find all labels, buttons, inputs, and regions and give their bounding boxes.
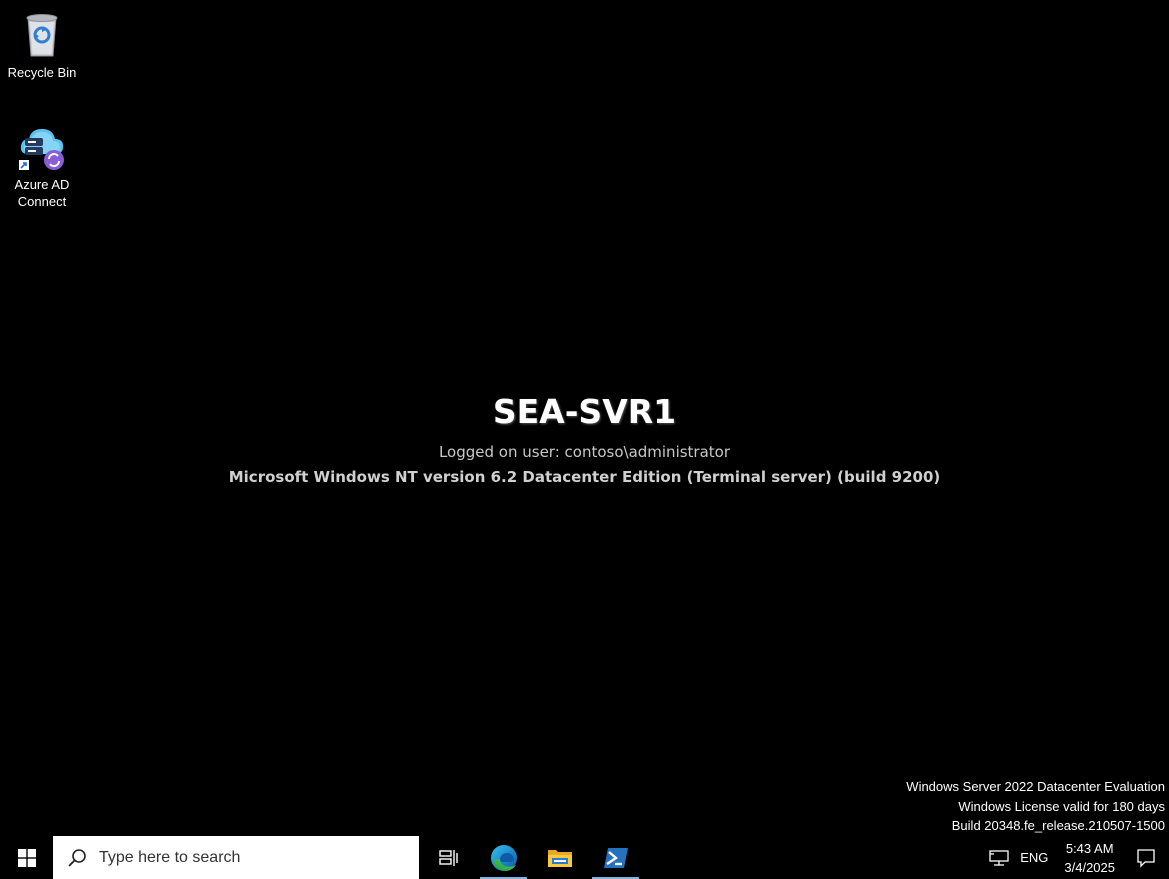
watermark-edition: Windows Server 2022 Datacenter Evaluatio…: [906, 779, 1165, 794]
taskbar-file-explorer[interactable]: [536, 836, 583, 879]
azure-ad-connect-label-line2: Connect: [17, 194, 67, 209]
action-center-button[interactable]: [1123, 836, 1169, 879]
tray-network[interactable]: [986, 836, 1012, 879]
system-tray: ENG 5:43 AM 3/4/2025: [986, 836, 1169, 879]
windows-watermark: Windows Server 2022 Datacenter Evaluatio…: [906, 777, 1165, 836]
clock-date: 3/4/2025: [1064, 859, 1115, 875]
search-placeholder: Type here to search: [99, 848, 241, 866]
file-explorer-icon: [547, 849, 572, 867]
watermark-license: Windows License valid for 180 days: [958, 798, 1165, 814]
powershell-icon: [603, 847, 628, 868]
taskbar: Type here to search ENG 5:43 AM 3/4/2025: [0, 836, 1169, 879]
taskbar-search-box[interactable]: Type here to search: [53, 836, 419, 879]
task-view-icon: [438, 849, 458, 866]
hostname: SEA-SVR1: [492, 392, 677, 431]
recycle-bin-icon: [26, 14, 58, 57]
desktop-icon-azure-ad-connect[interactable]: Azure AD Connect: [2, 120, 82, 210]
notification-icon: [1137, 848, 1155, 868]
windows-logo-icon: [17, 848, 36, 867]
azure-ad-connect-label-line1: Azure AD: [14, 177, 70, 192]
edge-icon: [490, 844, 517, 871]
watermark-build: Build 20348.fe_release.210507-1500: [951, 818, 1165, 833]
taskbar-powershell[interactable]: [592, 836, 639, 879]
search-icon: [68, 848, 86, 867]
language-indicator[interactable]: ENG: [1012, 850, 1056, 865]
os-version: Microsoft Windows NT version 6.2 Datacen…: [228, 468, 941, 486]
bginfo-overlay: SEA-SVR1 Logged on user: contoso\adminis…: [0, 392, 1169, 487]
recycle-bin-label: Recycle Bin: [7, 65, 77, 80]
desktop-icon-recycle-bin[interactable]: Recycle Bin: [2, 8, 82, 81]
start-button[interactable]: [0, 836, 53, 879]
clock-time: 5:43 AM: [1065, 840, 1114, 856]
clock[interactable]: 5:43 AM 3/4/2025: [1056, 839, 1123, 877]
network-icon: [989, 849, 1009, 866]
azure-ad-connect-icon: [19, 129, 64, 170]
taskbar-task-view[interactable]: [425, 836, 472, 879]
taskbar-edge[interactable]: [480, 836, 527, 879]
desktop: Recycle Bin Azure AD Connect SEA-SVR1 Lo…: [0, 0, 1169, 839]
logged-on-user: Logged on user: contoso\administrator: [438, 443, 731, 461]
